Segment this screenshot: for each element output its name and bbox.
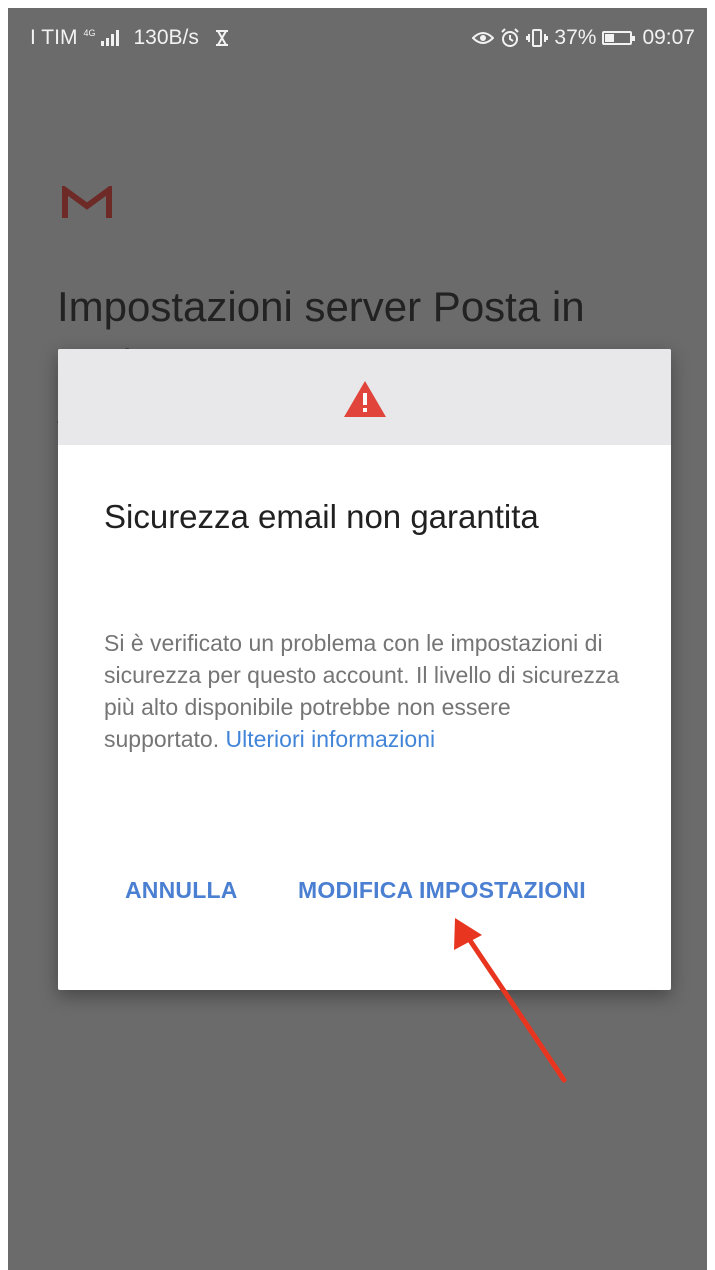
battery-percent: 37%: [554, 26, 597, 49]
battery-level: [605, 34, 615, 42]
status-bar-left: I TIM 4G 130B/s: [30, 8, 229, 68]
phone-screen: I TIM 4G 130B/s 37% 09:07 Impostazioni s…: [8, 8, 707, 1270]
warning-icon: [344, 381, 386, 417]
carrier-name: I TIM: [30, 26, 78, 49]
battery-icon: [602, 31, 636, 45]
modify-settings-button[interactable]: MODIFICA IMPOSTAZIONI: [298, 870, 586, 910]
more-info-link[interactable]: Ulteriori informazioni: [225, 726, 435, 752]
dialog-title: Sicurezza email non garantita: [104, 498, 539, 535]
alarm-icon: [501, 28, 520, 47]
dialog-message: Si è verificato un problema con le impos…: [104, 627, 624, 755]
network-type: 4G: [83, 27, 96, 38]
gmail-logo: [62, 186, 112, 218]
network-speed: 130B/s: [133, 26, 199, 49]
hourglass-icon: [215, 30, 228, 46]
eye-icon: [472, 32, 495, 44]
security-warning-dialog: Sicurezza email non garantita Si è verif…: [58, 349, 671, 990]
status-bar-right: 37% 09:07: [472, 8, 695, 68]
vibrate-icon: [526, 29, 549, 47]
cancel-button[interactable]: ANNULLA: [125, 870, 238, 910]
dialog-header: [58, 349, 671, 445]
clock: 09:07: [642, 26, 695, 49]
status-bar: I TIM 4G 130B/s 37% 09:07: [8, 8, 707, 68]
signal-icon: [101, 30, 120, 46]
